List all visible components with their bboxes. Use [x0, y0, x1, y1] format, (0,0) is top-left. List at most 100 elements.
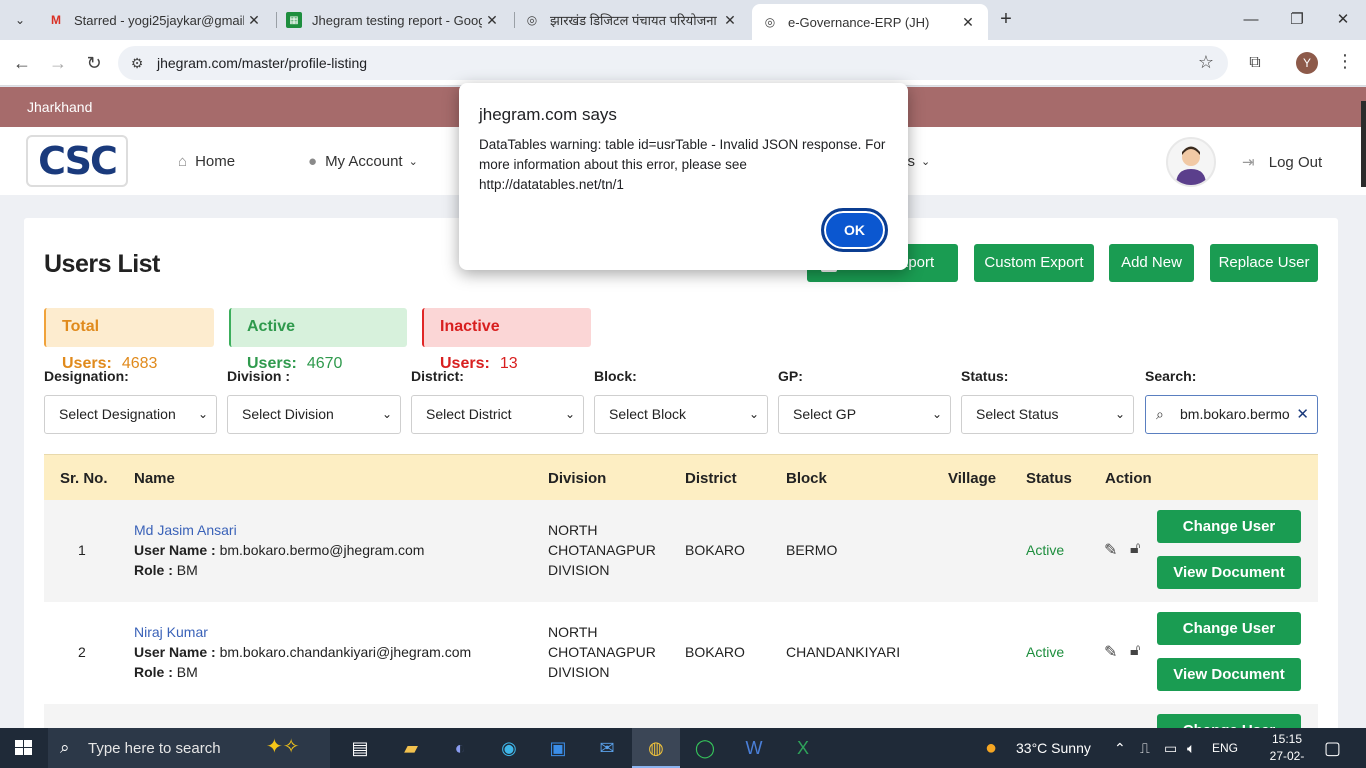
district-value: Select District [426, 406, 512, 422]
block-select[interactable]: Select Block ⌄ [594, 395, 768, 434]
tab-gmail[interactable]: M Starred - yogi25jaykar@gmail.c ✕ [38, 0, 274, 40]
th-status[interactable]: Status [1026, 470, 1072, 487]
csc-logo[interactable]: CSC [26, 135, 128, 187]
add-new-button[interactable]: Add New [1109, 244, 1194, 282]
user-name-link[interactable]: Md Jasim Ansari [134, 520, 237, 540]
page-scrollbar[interactable] [1361, 101, 1366, 187]
edge-icon[interactable]: ◉ [485, 728, 533, 768]
minimize-icon[interactable]: — [1228, 0, 1274, 40]
total-users-badge: Total Users: 4683 [44, 308, 214, 372]
tab-search-chevron-icon[interactable]: ⌄ [8, 8, 32, 32]
gp-value: Select GP [793, 406, 857, 422]
clear-search-icon[interactable]: ✕ [1296, 405, 1309, 423]
tab-panchayat[interactable]: ◎ झारखंड डिजिटल पंचायत परियोजना ✕ [514, 0, 750, 40]
windows-logo [15, 740, 32, 755]
extensions-icon[interactable]: ⧉ [1243, 51, 1267, 75]
view-document-button[interactable]: View Document [1157, 556, 1301, 589]
back-arrow-icon[interactable]: ← [10, 51, 34, 75]
menu-kebab-icon[interactable]: ⋮ [1336, 51, 1354, 72]
volume-icon[interactable]: 🔈︎ [1187, 728, 1195, 768]
row-sr: 1 [78, 542, 86, 558]
tab-sheets[interactable]: ▦ Jhegram testing report - Googl ✕ [276, 0, 512, 40]
excel-icon[interactable]: X [779, 728, 827, 768]
whatsapp-icon[interactable]: ◯ [681, 728, 729, 768]
tab-title: e-Governance-ERP (JH) [788, 14, 930, 30]
eclipse-icon[interactable]: ◐ [436, 728, 484, 768]
reload-icon[interactable]: ↻ [82, 51, 106, 75]
th-sr-no[interactable]: Sr. No. [60, 470, 108, 487]
block-value: Select Block [609, 406, 687, 422]
chevron-down-icon: ⌄ [408, 156, 418, 168]
sheets-icon: ▦ [286, 12, 302, 28]
weather-text[interactable]: 33°C Sunny [1016, 728, 1091, 768]
th-name[interactable]: Name [134, 470, 175, 487]
th-district[interactable]: District [685, 470, 737, 487]
tab-egovernance[interactable]: ◎ e-Governance-ERP (JH) ✕ [752, 4, 988, 40]
close-icon[interactable]: ✕ [482, 12, 502, 29]
close-icon[interactable]: ✕ [958, 14, 978, 31]
user-avatar[interactable] [1166, 137, 1216, 187]
th-division[interactable]: Division [548, 470, 606, 487]
district-select[interactable]: Select District ⌄ [411, 395, 584, 434]
lock-icon[interactable]: 🔓︎ [1130, 540, 1140, 558]
windows-start-icon[interactable] [0, 728, 48, 768]
tray-chevron-up-icon[interactable]: ⌃ [1114, 728, 1126, 768]
chrome-icon[interactable]: ◍ [632, 728, 680, 768]
lock-icon[interactable]: 🔓︎ [1130, 642, 1140, 660]
task-view-icon[interactable]: ▤ [336, 728, 384, 768]
close-icon[interactable]: ✕ [244, 12, 264, 29]
file-explorer-icon[interactable]: ▰ [387, 728, 435, 768]
mail-icon[interactable]: ✉ [583, 728, 631, 768]
logout-link[interactable]: ⇥ Log Out [1242, 153, 1322, 171]
close-icon[interactable]: ✕ [720, 12, 740, 29]
avatar-illustration [1176, 146, 1206, 185]
search-input[interactable]: ⌕ bm.bokaro.bermo ✕ [1145, 395, 1318, 434]
user-name-link[interactable]: Niraj Kumar [134, 622, 208, 642]
th-village[interactable]: Village [948, 470, 996, 487]
weather-sun-icon[interactable]: ● [985, 728, 997, 768]
status-select[interactable]: Select Status ⌄ [961, 395, 1134, 434]
custom-export-button[interactable]: Custom Export [974, 244, 1094, 282]
th-block[interactable]: Block [786, 470, 827, 487]
inactive-users-value: 13 [499, 355, 518, 372]
network-icon[interactable]: ⎍ [1140, 728, 1150, 768]
restore-icon[interactable]: ❐ [1274, 0, 1320, 40]
forward-arrow-icon[interactable]: → [46, 51, 70, 75]
language-indicator[interactable]: ENG [1212, 728, 1238, 768]
window-close-icon[interactable]: ✕ [1320, 0, 1366, 40]
change-user-button[interactable]: Change User [1157, 612, 1301, 645]
replace-user-button[interactable]: Replace User [1210, 244, 1318, 282]
division-cell-line3: DIVISION [548, 562, 610, 578]
bookmark-star-icon[interactable]: ☆ [1198, 52, 1214, 73]
nav-my-account-label: My Account [325, 153, 403, 170]
search-highlight-icon: ✦✧ [266, 736, 300, 758]
site-info-icon[interactable]: ⚙ [128, 54, 146, 72]
edit-pencil-icon[interactable]: ✎ [1104, 642, 1117, 662]
view-document-button[interactable]: View Document [1157, 658, 1301, 691]
word-icon[interactable]: W [730, 728, 778, 768]
taskbar-search[interactable]: ⌕ Type here to search ✦✧ [48, 728, 330, 768]
active-users-label: Active Users: [247, 318, 297, 372]
gp-select[interactable]: Select GP ⌄ [778, 395, 951, 434]
change-user-button[interactable]: Change User [1157, 714, 1301, 728]
designation-select[interactable]: Select Designation ⌄ [44, 395, 217, 434]
new-tab-plus-icon[interactable]: + [994, 8, 1018, 32]
role-line: Role : BM [134, 560, 198, 580]
address-bar[interactable]: ⚙ jhegram.com/master/profile-listing ☆ [118, 46, 1228, 80]
ok-button[interactable]: OK [821, 208, 888, 252]
role-line: Role : BM [134, 662, 198, 682]
division-select[interactable]: Select Division ⌄ [227, 395, 401, 434]
nav-my-account[interactable]: ● My Account ⌄ [308, 153, 418, 170]
system-clock[interactable]: 15:15 27-02-2025 [1258, 731, 1316, 768]
url-text: jhegram.com/master/profile-listing [157, 55, 368, 71]
store-icon[interactable]: ▣ [534, 728, 582, 768]
battery-icon[interactable]: ▭ [1164, 728, 1177, 768]
status-cell: Active [1026, 542, 1065, 558]
nav-home[interactable]: ⌂ Home [178, 153, 235, 170]
notification-icon[interactable]: ▢ [1324, 728, 1341, 768]
profile-avatar[interactable]: Y [1296, 52, 1318, 74]
gp-label: GP: [778, 368, 803, 384]
edit-pencil-icon[interactable]: ✎ [1104, 540, 1117, 560]
chevron-down-icon: ⌄ [748, 407, 759, 421]
change-user-button[interactable]: Change User [1157, 510, 1301, 543]
